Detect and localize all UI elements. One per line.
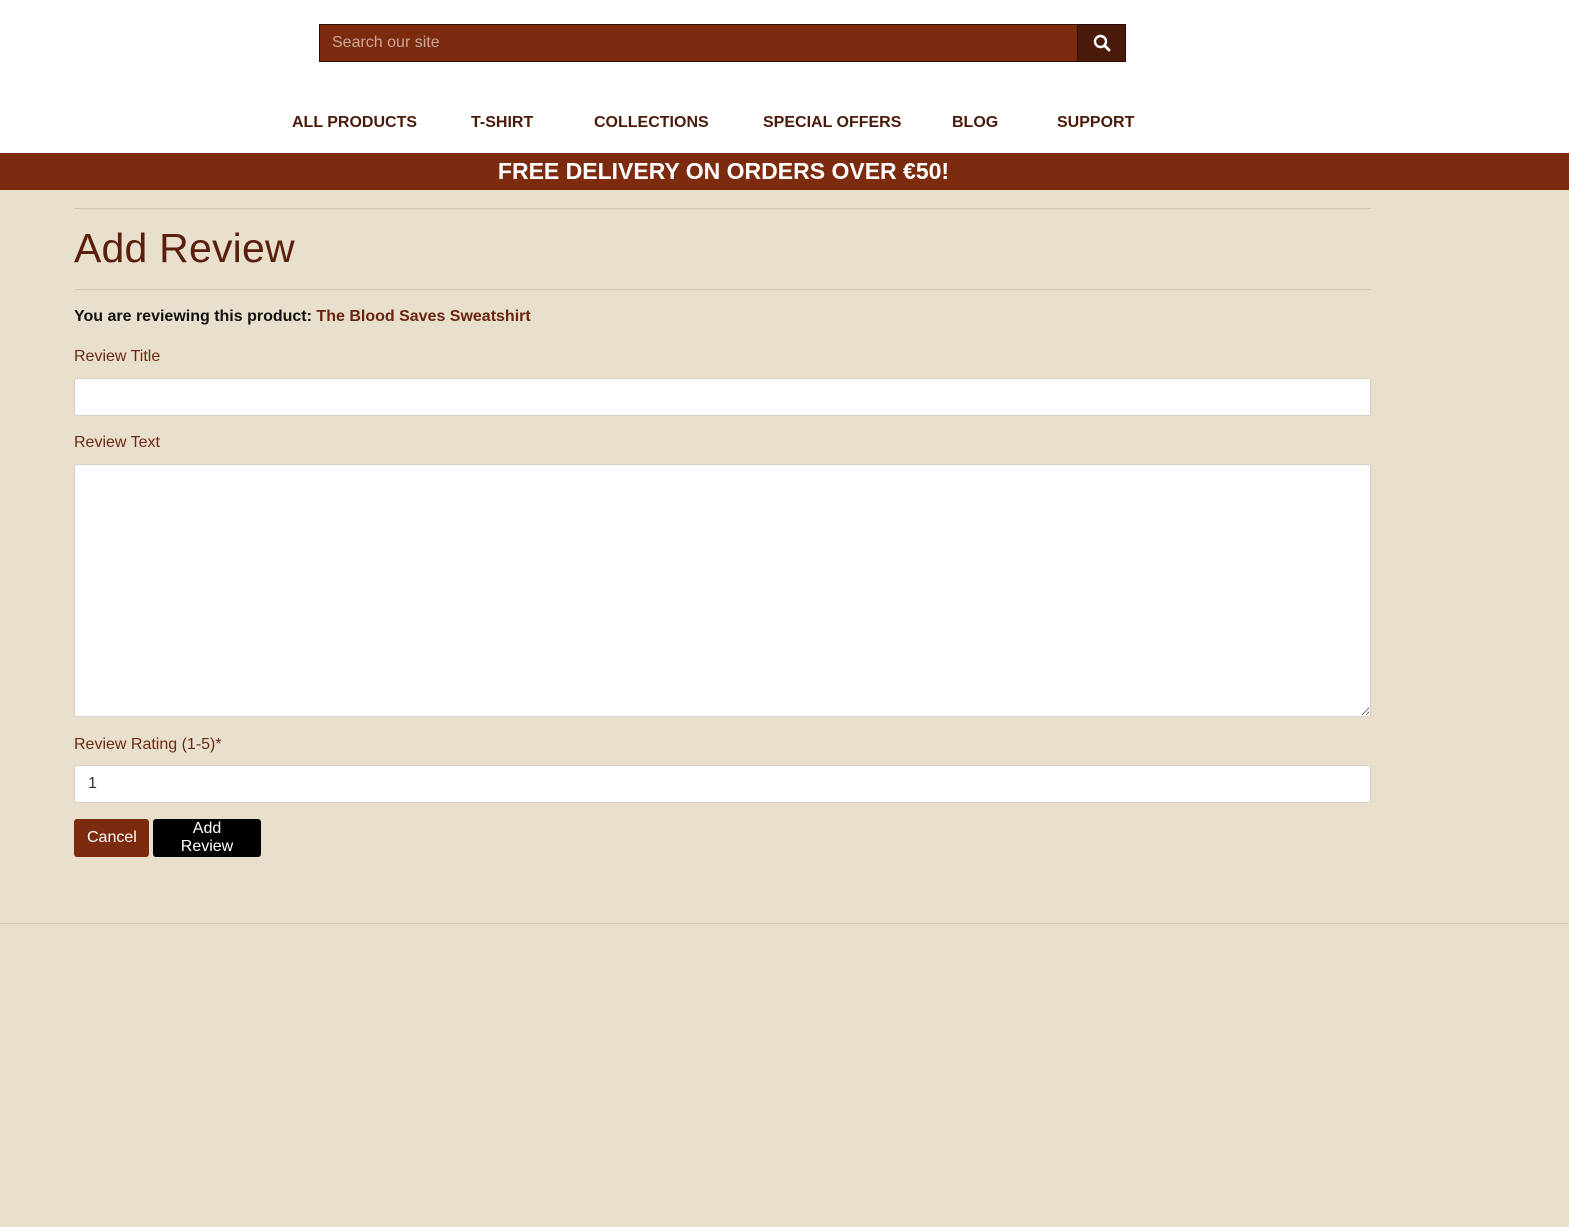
nav-item-support[interactable]: SUPPORT [1057, 114, 1134, 132]
main-nav: ALL PRODUCTS T-SHIRT COLLECTIONS SPECIAL… [0, 110, 1569, 140]
nav-item-special-offers[interactable]: SPECIAL OFFERS [763, 114, 901, 132]
footer-divider [0, 923, 1569, 924]
review-title-label: Review Title [74, 348, 161, 365]
review-rating-input[interactable] [74, 765, 1371, 803]
reviewing-product-line: You are reviewing this product: The Bloo… [74, 308, 531, 326]
add-review-button[interactable]: Add Review [153, 819, 261, 857]
product-link[interactable]: The Blood Saves Sweatshirt [316, 308, 530, 325]
divider-top [74, 208, 1371, 209]
nav-item-all-products[interactable]: ALL PRODUCTS [292, 114, 417, 132]
search-icon [1093, 34, 1110, 52]
search-input[interactable] [319, 24, 1077, 62]
search-form [319, 24, 1126, 62]
free-delivery-banner: FREE DELIVERY ON ORDERS OVER €50! [0, 153, 1569, 190]
review-text-area[interactable] [74, 464, 1371, 717]
review-title-input[interactable] [74, 378, 1371, 416]
nav-item-blog[interactable]: BLOG [952, 114, 998, 132]
page-title: Add Review [74, 225, 295, 271]
site-header: ALL PRODUCTS T-SHIRT COLLECTIONS SPECIAL… [0, 0, 1569, 153]
divider-title [74, 289, 1371, 290]
reviewing-prefix: You are reviewing this product: [74, 308, 312, 325]
search-button[interactable] [1077, 24, 1126, 62]
nav-item-t-shirt[interactable]: T-SHIRT [471, 114, 533, 132]
review-rating-label: Review Rating (1-5)* [74, 736, 222, 753]
review-text-label: Review Text [74, 434, 160, 451]
nav-item-collections[interactable]: COLLECTIONS [594, 114, 709, 132]
cancel-button[interactable]: Cancel [74, 819, 149, 857]
